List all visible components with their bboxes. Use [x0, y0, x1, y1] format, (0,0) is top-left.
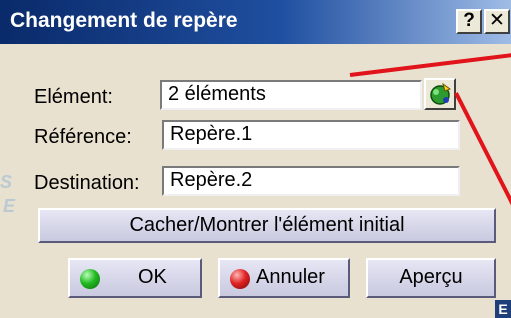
- watermark-text: S: [0, 172, 13, 192]
- watermark-text: E: [3, 196, 16, 216]
- ok-button[interactable]: OK: [68, 258, 202, 298]
- element-label: Elément:: [34, 86, 113, 108]
- preview-button[interactable]: Aperçu: [366, 258, 496, 298]
- annotation-line: [349, 53, 511, 77]
- dialog-window: Changement de repère ? ✕ S E Elément: 2 …: [0, 0, 511, 318]
- toggle-initial-element-button[interactable]: Cacher/Montrer l'élément initial: [38, 208, 496, 243]
- select-element-icon[interactable]: [424, 78, 456, 110]
- cancel-button[interactable]: Annuler: [218, 258, 350, 298]
- close-button[interactable]: ✕: [484, 9, 510, 34]
- green-dot-icon: [80, 269, 100, 289]
- red-dot-icon: [230, 269, 250, 289]
- reference-field[interactable]: Repère.1: [162, 120, 460, 150]
- reference-label: Référence:: [34, 126, 132, 148]
- destination-label: Destination:: [34, 172, 140, 194]
- dialog-title: Changement de repère: [10, 9, 238, 32]
- select-element-icon-graphic: [430, 82, 452, 105]
- title-bar: Changement de repère ? ✕: [0, 0, 511, 44]
- destination-field[interactable]: Repère.2: [162, 166, 460, 196]
- corner-tab: E: [495, 300, 511, 318]
- ok-button-label: OK: [138, 266, 167, 288]
- cancel-button-label: Annuler: [256, 266, 325, 288]
- help-button[interactable]: ?: [456, 9, 482, 34]
- element-field[interactable]: 2 éléments: [160, 80, 422, 110]
